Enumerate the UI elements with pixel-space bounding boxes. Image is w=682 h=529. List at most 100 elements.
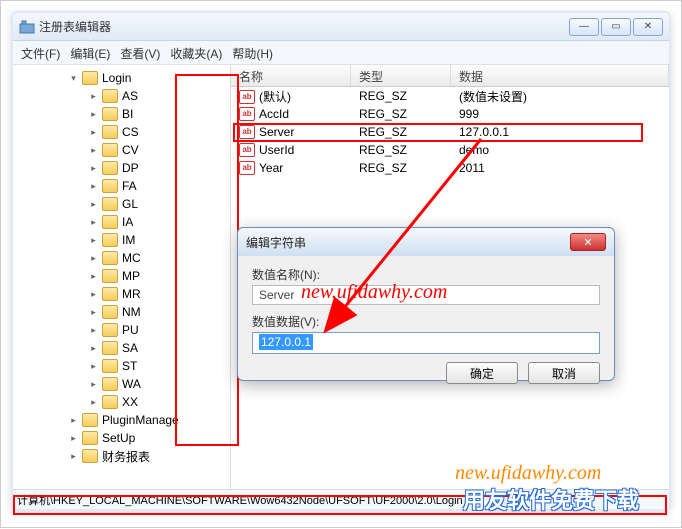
titlebar[interactable]: 注册表编辑器 — ▭ ✕ xyxy=(13,13,669,41)
tree-node[interactable]: ▸MR xyxy=(25,285,230,303)
menu-file[interactable]: 文件(F) xyxy=(21,45,60,60)
cancel-button[interactable]: 取消 xyxy=(528,362,600,384)
tree-node[interactable]: ▸ CS xyxy=(25,123,230,141)
expand-icon[interactable]: ▸ xyxy=(89,362,98,371)
tree-label: XX xyxy=(122,395,138,409)
tree-label: CS xyxy=(122,125,139,139)
string-icon: ab xyxy=(239,161,255,175)
tree-label: SA xyxy=(122,341,138,355)
header-data[interactable]: 数据 xyxy=(451,65,669,86)
list-row[interactable]: abUserIdREG_SZdemo xyxy=(231,141,669,159)
expand-icon[interactable]: ▸ xyxy=(69,434,78,443)
expand-icon[interactable]: ▸ xyxy=(89,308,98,317)
dialog-titlebar[interactable]: 编辑字符串 ✕ xyxy=(238,228,614,256)
menu-help[interactable]: 帮助(H) xyxy=(232,45,273,60)
expand-icon[interactable]: ▸ xyxy=(89,398,98,407)
tree-node[interactable]: ▸ WA xyxy=(25,375,230,393)
row-name: (默认) xyxy=(259,90,291,104)
folder-icon xyxy=(102,287,118,301)
folder-icon xyxy=(102,359,118,373)
header-type[interactable]: 类型 xyxy=(351,65,451,86)
menu-edit[interactable]: 编辑(E) xyxy=(70,45,110,60)
menubar: 文件(F) 编辑(E) 查看(V) 收藏夹(A) 帮助(H) xyxy=(13,41,669,65)
list-row[interactable]: abServerREG_SZ127.0.0.1 xyxy=(231,123,669,141)
tree-node[interactable]: ▸IA xyxy=(25,213,230,231)
list-header: 名称 类型 数据 xyxy=(231,65,669,87)
folder-icon xyxy=(102,107,118,121)
tree-node[interactable]: ▸ MC xyxy=(25,249,230,267)
tree-node[interactable]: ▸IM xyxy=(25,231,230,249)
list-row[interactable]: abAccIdREG_SZ999 xyxy=(231,105,669,123)
expand-icon[interactable]: ▸ xyxy=(89,200,98,209)
status-path: 计算机\HKEY_LOCAL_MACHINE\SOFTWARE\Wow6432N… xyxy=(17,495,463,507)
dialog-close-button[interactable]: ✕ xyxy=(570,233,606,251)
folder-icon xyxy=(82,449,98,463)
expand-icon[interactable]: ▸ xyxy=(89,254,98,263)
folder-icon xyxy=(102,323,118,337)
tree-label: GL xyxy=(122,197,138,211)
tree-panel[interactable]: ▾ Login ▸AS▸BI▸CS▸CV▸DP▸FA▸GL▸IA▸IM▸MC▸M… xyxy=(13,65,231,489)
dialog-title: 编辑字符串 xyxy=(246,234,306,251)
expand-icon[interactable]: ▸ xyxy=(89,290,98,299)
tree-node[interactable]: ▸MP xyxy=(25,267,230,285)
expand-icon[interactable]: ▸ xyxy=(89,344,98,353)
collapse-icon[interactable]: ▾ xyxy=(69,74,78,83)
tree-node[interactable]: ▸ SetUp xyxy=(25,429,230,447)
expand-icon[interactable]: ▸ xyxy=(89,182,98,191)
expand-icon[interactable]: ▸ xyxy=(89,380,98,389)
value-data-text: 127.0.0.1 xyxy=(259,334,313,350)
tree-node[interactable]: ▸ SA xyxy=(25,339,230,357)
tree-label: NM xyxy=(122,305,141,319)
row-type: REG_SZ xyxy=(351,88,451,104)
tree-label: MC xyxy=(122,251,141,265)
tree-node[interactable]: ▸ST xyxy=(25,357,230,375)
expand-icon[interactable]: ▸ xyxy=(89,146,98,155)
expand-icon[interactable]: ▸ xyxy=(89,110,98,119)
expand-icon[interactable]: ▸ xyxy=(69,452,78,461)
tree-node[interactable]: ▸CV xyxy=(25,141,230,159)
list-row[interactable]: abYearREG_SZ2011 xyxy=(231,159,669,177)
folder-icon xyxy=(102,179,118,193)
tree-node[interactable]: ▸ DP xyxy=(25,159,230,177)
tree-node[interactable]: ▸AS xyxy=(25,87,230,105)
row-data: (数值未设置) xyxy=(451,87,669,106)
tree-node[interactable]: ▸ NM xyxy=(25,303,230,321)
ok-button[interactable]: 确定 xyxy=(446,362,518,384)
tree-label: WA xyxy=(122,377,141,391)
minimize-button[interactable]: — xyxy=(569,18,599,36)
tree-label: DP xyxy=(122,161,139,175)
tree-node[interactable]: ▸BI xyxy=(25,105,230,123)
tree-node[interactable]: ▸ FA xyxy=(25,177,230,195)
label-value-data: 数值数据(V): xyxy=(252,313,600,330)
menu-fav[interactable]: 收藏夹(A) xyxy=(170,45,222,60)
folder-icon xyxy=(102,125,118,139)
tree-node[interactable]: ▸ XX xyxy=(25,393,230,411)
maximize-button[interactable]: ▭ xyxy=(601,18,631,36)
expand-icon[interactable]: ▸ xyxy=(89,236,98,245)
expand-icon[interactable]: ▸ xyxy=(89,272,98,281)
tree-node-login[interactable]: ▾ Login xyxy=(25,69,230,87)
folder-icon xyxy=(102,215,118,229)
expand-icon[interactable]: ▸ xyxy=(69,416,78,425)
value-data-input[interactable]: 127.0.0.1 xyxy=(252,332,600,354)
tree-node[interactable]: ▸PluginManage xyxy=(25,411,230,429)
header-name[interactable]: 名称 xyxy=(231,65,351,86)
string-icon: ab xyxy=(239,107,255,121)
tree-label: Login xyxy=(102,71,131,85)
tree-node[interactable]: ▸ GL xyxy=(25,195,230,213)
folder-icon xyxy=(102,377,118,391)
expand-icon[interactable]: ▸ xyxy=(89,128,98,137)
tree-label: SetUp xyxy=(102,431,135,445)
expand-icon[interactable]: ▸ xyxy=(89,218,98,227)
tree-node[interactable]: ▸PU xyxy=(25,321,230,339)
expand-icon[interactable]: ▸ xyxy=(89,92,98,101)
folder-icon xyxy=(102,233,118,247)
expand-icon[interactable]: ▸ xyxy=(89,326,98,335)
tree-label: FA xyxy=(122,179,137,193)
expand-icon[interactable]: ▸ xyxy=(89,164,98,173)
close-button[interactable]: ✕ xyxy=(633,18,663,36)
app-icon xyxy=(19,19,35,35)
list-row[interactable]: ab(默认)REG_SZ(数值未设置) xyxy=(231,87,669,105)
tree-node[interactable]: ▸财务报表 xyxy=(25,447,230,465)
menu-view[interactable]: 查看(V) xyxy=(120,45,160,60)
